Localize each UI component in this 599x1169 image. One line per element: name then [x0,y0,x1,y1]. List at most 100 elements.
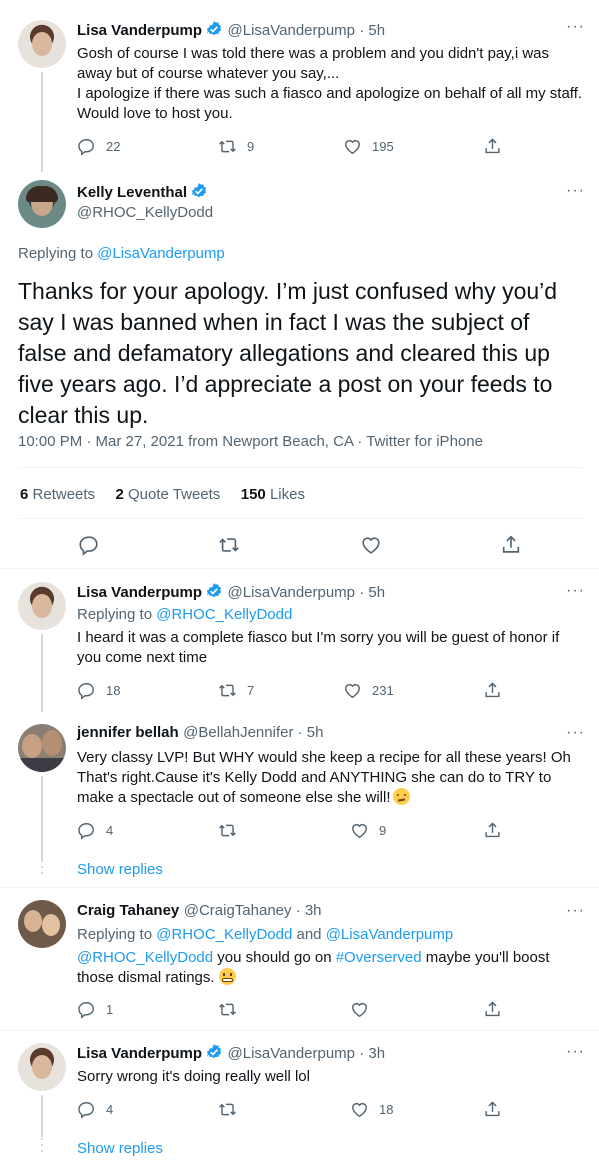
reply-tweet-jennifer[interactable]: jennifer bellah @BellahJennifer · 5h ···… [0,712,599,887]
like-button[interactable] [360,534,382,556]
more-icon[interactable]: ··· [566,18,585,36]
author-name[interactable]: Lisa Vanderpump [77,1045,202,1062]
hashtag-link[interactable]: #Overserved [336,949,422,966]
retweet-button[interactable] [218,821,247,840]
share-button[interactable] [483,821,502,840]
share-button[interactable] [483,1000,502,1019]
share-button[interactable] [483,137,502,156]
mention-link[interactable]: @RHOC_KellyDodd [156,926,292,943]
like-button[interactable] [350,1000,379,1019]
mention-link[interactable]: @RHOC_KellyDodd [77,949,213,966]
main-tweet-text: Thanks for your apology. I’m just confus… [18,278,558,428]
more-icon[interactable]: ··· [566,182,585,200]
reply-button[interactable]: 18 [77,681,120,700]
show-replies-link[interactable]: Show replies [77,1140,163,1157]
tweet-text: I heard it was a complete fiasco but I'm… [77,629,560,666]
thread-dots [41,1138,43,1156]
more-icon[interactable]: ··· [566,724,585,742]
heart-icon [343,137,362,156]
retweet-button[interactable] [218,1100,247,1119]
retweet-button[interactable] [218,1000,247,1019]
tweet-text: @RHOC_KellyDodd you should go on #Overse… [77,949,550,986]
avatar[interactable] [18,724,66,772]
reply-button[interactable]: 22 [77,137,120,156]
more-icon[interactable]: ··· [566,902,585,920]
share-icon [483,1000,502,1019]
verified-badge-icon [205,1043,223,1061]
show-replies-link[interactable]: Show replies [77,861,163,878]
tweet-text: Very classy LVP! But WHY would she keep … [77,749,571,806]
more-icon[interactable]: ··· [566,582,585,600]
confused-emoji-icon [392,788,410,805]
like-button[interactable]: 231 [343,681,394,700]
avatar[interactable] [18,582,66,630]
like-button[interactable]: 18 [350,1100,393,1119]
share-icon [483,1100,502,1119]
verified-badge-icon [205,582,223,600]
avatar[interactable] [18,1043,66,1091]
retweet-icon [218,1100,237,1119]
retweet-icon [218,534,240,556]
share-icon [483,821,502,840]
more-icon[interactable]: ··· [566,1043,585,1061]
avatar[interactable] [18,20,66,68]
retweet-button[interactable]: 7 [218,681,254,700]
heart-icon [350,821,369,840]
thread-line [41,1095,43,1137]
author-handle[interactable]: @CraigTahaney · 3h [184,902,322,919]
tweet-meta[interactable]: 10:00 PM · Mar 27, 2021 from Newport Bea… [18,433,483,450]
divider [18,518,583,519]
mention-link[interactable]: @RHOC_KellyDodd [156,606,292,623]
reply-button[interactable]: 1 [77,1000,113,1019]
heart-icon [350,1100,369,1119]
replying-to: Replying to @RHOC_KellyDodd and @LisaVan… [77,926,454,943]
author-handle[interactable]: @RHOC_KellyDodd [77,204,213,221]
author-name[interactable]: Lisa Vanderpump [77,22,202,39]
share-button[interactable] [500,534,522,556]
main-tweet: Kelly Leventhal @RHOC_KellyDodd ··· Repl… [0,170,599,568]
tweet-text: Gosh of course I was told there was a pr… [77,45,583,122]
author-handle[interactable]: @LisaVanderpump · 5h [228,22,386,39]
share-button[interactable] [483,1100,502,1119]
share-icon [483,681,502,700]
reply-tweet-lisa-2[interactable]: Lisa Vanderpump @LisaVanderpump · 3h ···… [0,1031,599,1169]
mention-link[interactable]: @LisaVanderpump [97,245,225,262]
retweet-button[interactable]: 9 [218,137,254,156]
reply-button[interactable]: 4 [77,1100,113,1119]
reply-tweet-lisa[interactable]: Lisa Vanderpump @LisaVanderpump · 5h ···… [0,570,599,712]
grimace-emoji-icon [218,968,236,985]
retweet-icon [218,137,237,156]
retweet-button[interactable] [218,534,240,556]
avatar[interactable] [18,180,66,228]
reply-icon [77,1000,96,1019]
reply-icon [77,681,96,700]
share-icon [483,137,502,156]
reply-icon [77,821,96,840]
reply-tweet-craig[interactable]: Craig Tahaney @CraigTahaney · 3h ··· Rep… [0,890,599,1030]
like-button[interactable]: 195 [343,137,394,156]
reply-button[interactable]: 4 [77,821,113,840]
tweet-lisa-1[interactable]: Lisa Vanderpump @LisaVanderpump · 5h ···… [0,0,599,172]
avatar[interactable] [18,900,66,948]
retweet-icon [218,821,237,840]
reply-icon [77,137,96,156]
author-name[interactable]: Kelly Leventhal [77,184,187,201]
author-name[interactable]: Craig Tahaney [77,902,179,919]
replying-to: Replying to @RHOC_KellyDodd [77,606,293,623]
like-button[interactable]: 9 [350,821,386,840]
author-handle[interactable]: @LisaVanderpump · 5h [228,584,386,601]
tweet-text: Sorry wrong it's doing really well lol [77,1068,310,1085]
reply-button[interactable] [78,534,100,556]
author-handle[interactable]: @BellahJennifer · 5h [183,724,323,741]
author-name[interactable]: Lisa Vanderpump [77,584,202,601]
author-handle[interactable]: @LisaVanderpump · 3h [228,1045,386,1062]
likes-stat[interactable]: 150 Likes [241,486,305,503]
share-button[interactable] [483,681,502,700]
engagement-stats: 6 Retweets 2 Quote Tweets 150 Likes [20,486,305,504]
mention-link[interactable]: @LisaVanderpump [326,926,454,943]
reply-icon [77,1100,96,1119]
author-name[interactable]: jennifer bellah [77,724,179,741]
thread-line [41,72,43,172]
quote-tweets-stat[interactable]: 2 Quote Tweets [116,486,221,503]
retweets-stat[interactable]: 6 Retweets [20,486,95,503]
